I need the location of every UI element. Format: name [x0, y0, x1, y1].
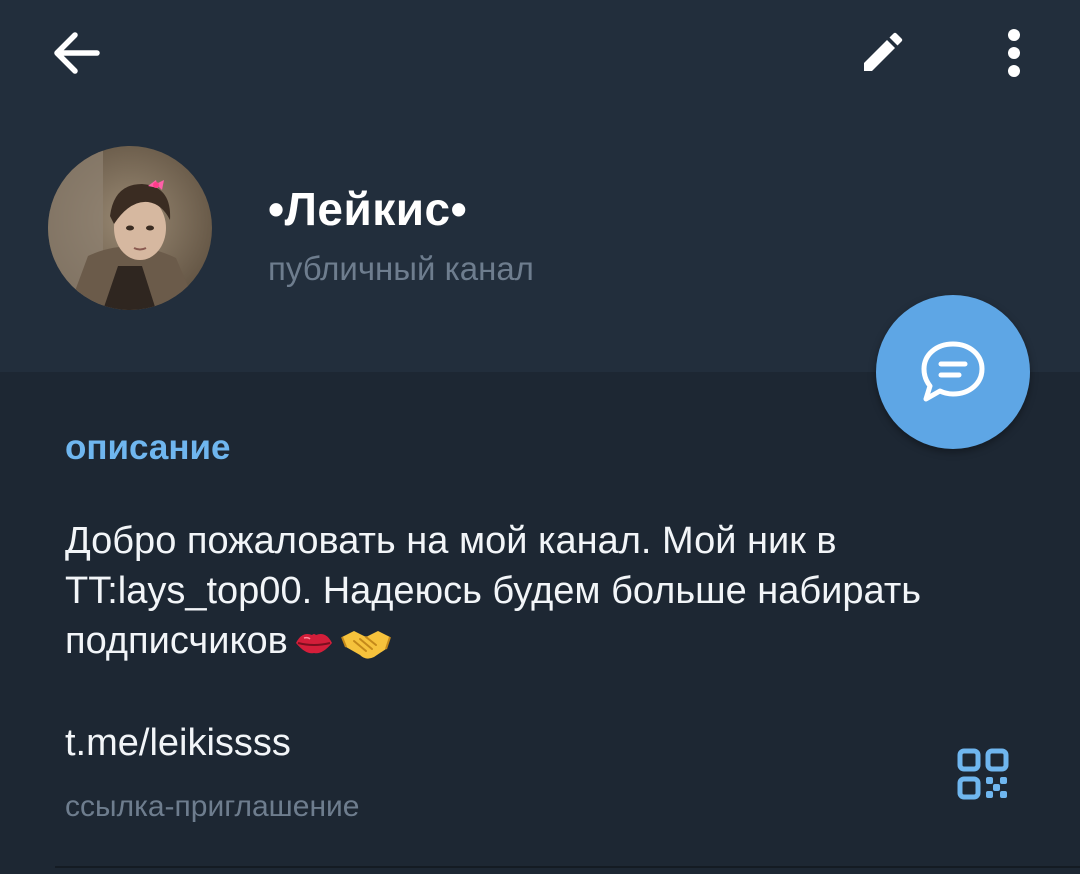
- channel-info-screen: •Лейкис• публичный канал описание Добро …: [0, 0, 1080, 874]
- channel-description[interactable]: Добро пожаловать на мой канал. Мой ник в…: [65, 516, 1025, 666]
- description-text: Добро пожаловать на мой канал. Мой ник в…: [65, 520, 922, 662]
- more-vertical-icon: [1008, 29, 1020, 77]
- pencil-icon: [864, 32, 903, 71]
- qr-code-icon: [957, 748, 1009, 800]
- back-button[interactable]: [40, 22, 112, 84]
- handshake-emoji: [340, 630, 391, 659]
- invite-link[interactable]: t.me/leikissss: [65, 722, 291, 765]
- message-bubble-icon: [921, 341, 985, 402]
- avatar-image: [48, 146, 212, 310]
- edit-button[interactable]: [846, 20, 918, 86]
- open-chat-button[interactable]: [876, 295, 1030, 449]
- qr-code-button[interactable]: [940, 736, 1026, 812]
- section-divider: [55, 866, 1080, 868]
- more-options-button[interactable]: [980, 20, 1048, 86]
- arrow-left-icon: [54, 32, 100, 74]
- invite-link-caption: ссылка-приглашение: [65, 790, 360, 823]
- channel-type-label: публичный канал: [268, 250, 534, 287]
- description-section-title: описание: [65, 428, 231, 467]
- kiss-mark-emoji: [295, 633, 332, 654]
- channel-name: •Лейкис•: [268, 183, 468, 235]
- avatar[interactable]: [48, 146, 212, 310]
